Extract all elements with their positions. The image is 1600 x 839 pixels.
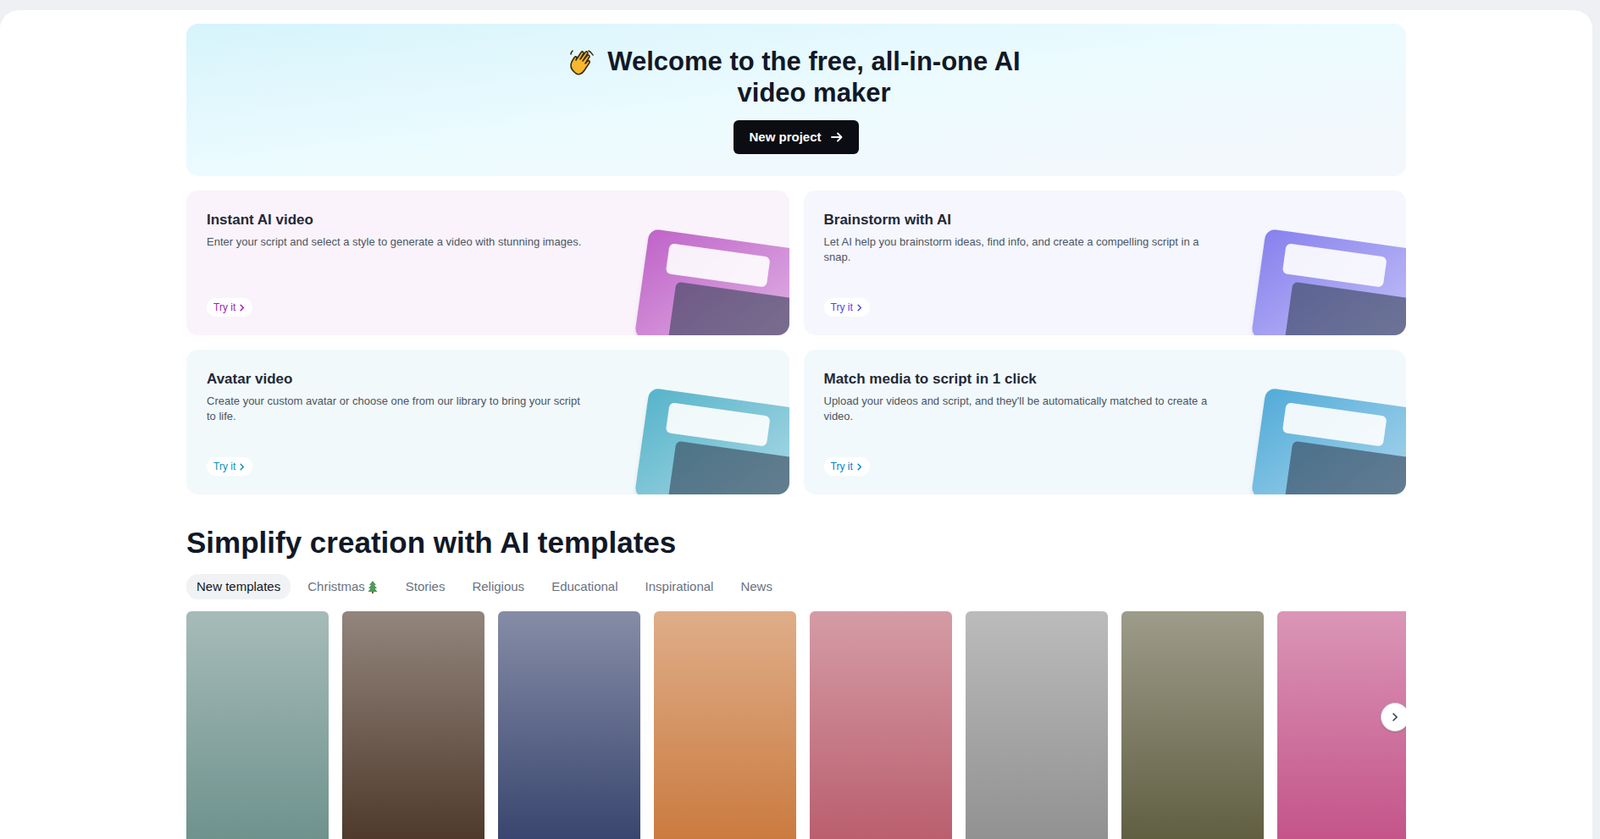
chevron-right-icon: [855, 304, 864, 312]
try-it-button[interactable]: Try it: [824, 457, 870, 477]
feature-description: Upload your videos and script, and they'…: [824, 393, 1209, 425]
illustration-panel: [1282, 402, 1388, 447]
template-tab-label: Religious: [471, 577, 525, 598]
try-it-label: Try it: [830, 459, 853, 475]
template-tab[interactable]: Inspirational: [635, 574, 725, 600]
template-tab[interactable]: Stories: [395, 574, 456, 600]
chevron-right-icon: [855, 463, 864, 471]
feature-title: Instant AI video: [206, 210, 592, 230]
illustration-picture: [666, 441, 790, 495]
template-tab[interactable]: Religious: [461, 574, 535, 600]
template-card[interactable]: [498, 611, 641, 839]
try-it-label: Try it: [830, 299, 853, 316]
feature-grid: Instant AI video Enter your script and se…: [186, 190, 1407, 495]
template-tab-label: Stories: [405, 577, 446, 598]
next-button[interactable]: [1380, 703, 1407, 732]
feature-card[interactable]: Brainstorm with AI Let AI help you brains…: [803, 190, 1407, 336]
illustration-panel: [1282, 243, 1388, 288]
try-it-button[interactable]: Try it: [824, 298, 870, 317]
chevron-right-icon: [238, 304, 246, 312]
hero: Welcome to the free, all-in-one AI video…: [186, 23, 1407, 177]
new-project-button[interactable]: New project: [733, 120, 859, 155]
template-tab[interactable]: News: [730, 574, 783, 600]
template-tab-label: Christmas: [307, 577, 366, 598]
template-tab-label: News: [740, 577, 773, 598]
template-card[interactable]: [965, 611, 1108, 839]
feature-card[interactable]: Match media to script in 1 click Upload y…: [803, 349, 1407, 495]
template-tab[interactable]: Christmas: [297, 574, 389, 600]
new-project-label: New project: [748, 127, 821, 148]
template-tab-label: Inspirational: [645, 577, 715, 598]
templates-heading: Simplify creation with AI templates: [186, 525, 1407, 561]
feature-illustration: [633, 387, 789, 495]
wave-icon: [567, 47, 597, 77]
try-it-button[interactable]: Try it: [206, 457, 253, 477]
template-card[interactable]: [186, 611, 329, 839]
feature-description: Enter your script and select a style to …: [206, 234, 592, 250]
illustration-picture: [1283, 282, 1407, 336]
try-it-label: Try it: [213, 299, 236, 316]
template-card[interactable]: [342, 611, 485, 839]
template-card[interactable]: [1121, 611, 1264, 839]
illustration-picture: [666, 282, 790, 336]
template-tab-label: New templates: [196, 577, 281, 598]
content: Welcome to the free, all-in-one AI video…: [186, 10, 1407, 839]
template-tab[interactable]: New templates: [186, 574, 291, 600]
feature-description: Let AI help you brainstorm ideas, find i…: [824, 234, 1209, 266]
template-row: [186, 611, 1407, 839]
try-it-label: Try it: [213, 459, 236, 475]
illustration-panel: [664, 402, 770, 447]
feature-description: Create your custom avatar or choose one …: [206, 393, 592, 425]
feature-illustration: [1251, 228, 1407, 336]
feature-title: Avatar video: [206, 370, 592, 389]
feature-title: Match media to script in 1 click: [824, 370, 1209, 389]
illustration-picture: [1283, 441, 1407, 495]
chevron-right-icon: [238, 463, 246, 471]
chevron-right-icon: [1389, 712, 1401, 723]
illustration-panel: [664, 243, 770, 288]
hero-title: Welcome to the free, all-in-one AI video…: [603, 45, 1025, 109]
template-tabs: New templates Christmas Stories Religious Ed…: [186, 574, 1407, 600]
template-tab[interactable]: Educational: [541, 574, 628, 600]
hero-title-row: Welcome to the free, all-in-one AI video…: [567, 45, 1025, 109]
arrow-right-icon: [830, 130, 844, 144]
template-tab-label: Educational: [551, 577, 618, 598]
feature-card[interactable]: Avatar video Create your custom avatar or…: [186, 349, 790, 495]
app-panel: Welcome to the free, all-in-one AI video…: [0, 10, 1593, 839]
template-card[interactable]: [653, 611, 797, 839]
try-it-button[interactable]: Try it: [206, 298, 253, 317]
feature-illustration: [633, 228, 789, 336]
feature-title: Brainstorm with AI: [824, 210, 1209, 230]
feature-card[interactable]: Instant AI video Enter your script and se…: [186, 190, 790, 336]
template-card[interactable]: [809, 611, 953, 839]
feature-illustration: [1251, 387, 1407, 495]
christmas-tree-icon: [366, 580, 379, 594]
